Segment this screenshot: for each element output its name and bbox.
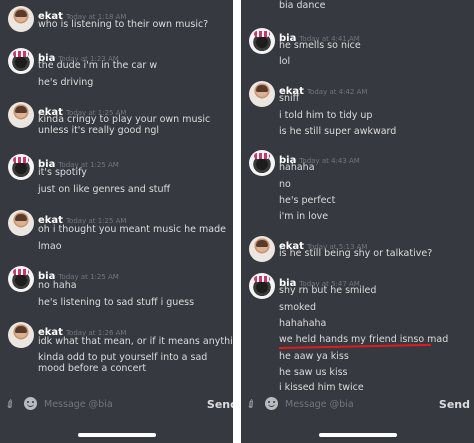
message-text: is he still being shy or talkative? [279,248,433,259]
chat-panel-left: ekat Today at 1:18 AM who is listening to… [0,0,233,443]
avatar[interactable] [249,273,275,299]
message-text: he saw us kiss [279,367,348,378]
message-text: no haha [38,280,77,291]
avatar[interactable] [8,48,34,74]
message-text: i told him to tidy up [279,110,373,121]
message-text: shy rn but he smiled [279,285,377,296]
emoji-icon[interactable] [24,397,37,410]
avatar[interactable] [249,81,275,107]
avatar[interactable] [249,28,275,54]
message-text: it's spotify [38,167,87,178]
home-indicator [319,433,397,437]
avatar[interactable] [249,150,275,176]
message-text: oh i thought you meant music he made [38,224,226,235]
message-text: he smells so nice [279,40,361,51]
send-button[interactable]: Send [207,398,233,411]
message-text: we held hands my friend isnso mad [279,334,449,345]
avatar[interactable] [8,154,34,180]
message-text: kinda odd to put yourself into a sad moo… [38,352,208,374]
paperclip-icon[interactable]: ✐ [3,397,18,413]
message-text: just on like genres and stuff [38,184,171,195]
message-input[interactable] [44,396,184,412]
message-composer: ✐ Send [241,388,474,424]
message-composer: ✐ Send [0,388,233,424]
message-text: idk what that mean, or if it means anyth… [38,336,233,347]
send-button[interactable]: Send [439,398,470,411]
home-indicator [78,433,156,437]
message-text: lol [279,56,291,67]
message-text: the dude i'm in the car w [38,60,158,71]
message-input[interactable] [285,396,425,412]
avatar[interactable] [8,266,34,292]
message-text: hahaha [279,162,315,173]
emoji-icon[interactable] [265,397,278,410]
message-text: he aaw ya kiss [279,351,349,362]
message-text: he's perfect [279,195,336,206]
message-text: he's driving [38,77,94,88]
message-text: no [279,179,291,190]
chat-panel-right: bia dance bia Today at 4:41 AM he smells … [241,0,474,443]
message-text: is he still super awkward [279,126,397,137]
message-text: hahahaha [279,318,327,329]
avatar[interactable] [249,236,275,262]
message-text: i'm in love [279,211,329,222]
message-text: kinda cringy to play your own music unle… [38,114,211,136]
message-text: lmao [38,241,62,252]
avatar[interactable] [8,210,34,236]
avatar[interactable] [8,102,34,128]
message-text: bia dance [279,0,326,11]
avatar[interactable] [8,6,34,32]
message-text: who is listening to their own music? [38,19,209,30]
message-text: he's listening to sad stuff i guess [38,297,195,308]
message-text: sniff [279,93,300,104]
message-text: smoked [279,302,317,313]
avatar[interactable] [8,322,34,348]
paperclip-icon[interactable]: ✐ [244,397,259,413]
